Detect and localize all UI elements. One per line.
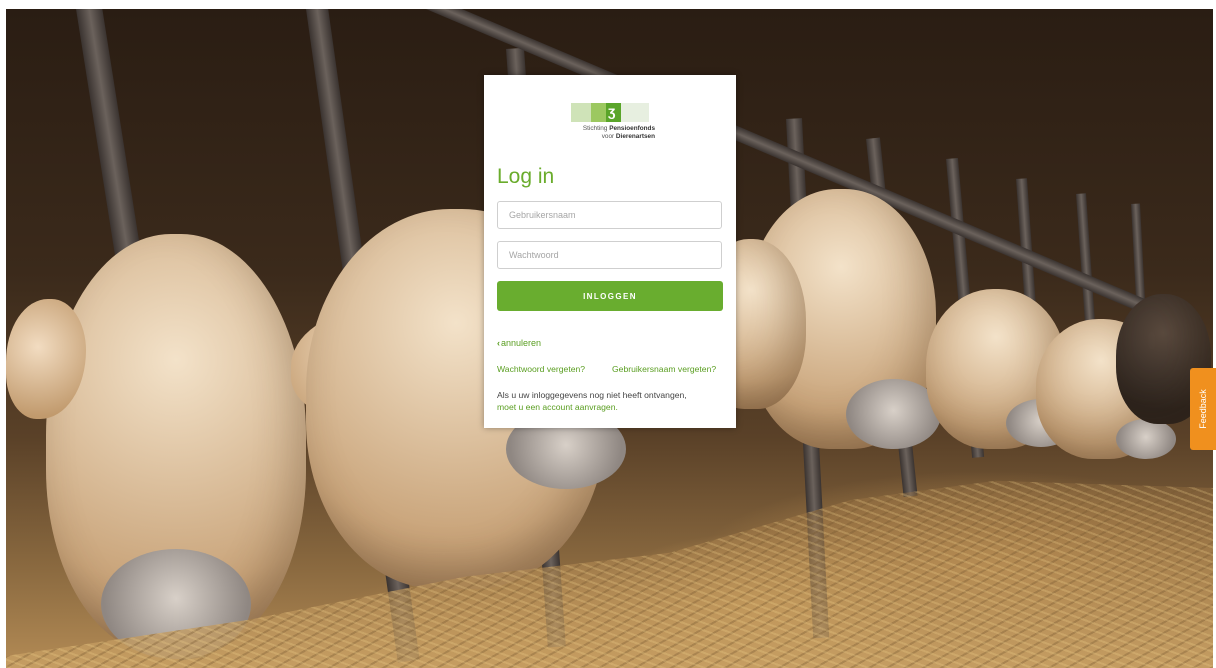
account-info-text: Als u uw inloggegevens nog niet heeft on… (497, 390, 687, 400)
cow-muzzle (1116, 419, 1176, 459)
page-title: Log in (497, 165, 555, 188)
logo: ʒ Stichting Pensioenfonds voor Dierenart… (571, 103, 655, 151)
logo-glyph: ʒ (608, 103, 616, 119)
feedback-tab[interactable]: Feedback (1190, 368, 1216, 450)
logo-line1-bold: Pensioenfonds (609, 125, 655, 132)
request-account-link[interactable]: moet u een account aanvragen. (497, 401, 618, 413)
logo-block (621, 103, 649, 122)
cancel-label: annuleren (501, 338, 542, 348)
chevron-left-icon: ‹ (497, 338, 500, 348)
logo-line2-bold: Dierenartsen (615, 133, 655, 140)
cancel-link[interactable]: ‹annuleren (497, 337, 541, 349)
login-button[interactable]: INLOGGEN (497, 281, 723, 311)
logo-block (591, 103, 606, 122)
forgot-username-link[interactable]: Gebruikersnaam vergeten? (612, 363, 716, 375)
password-input[interactable] (497, 241, 722, 269)
logo-line1-prefix: Stichting (582, 125, 608, 132)
logo-text: Stichting Pensioenfonds voor Dierenartse… (565, 125, 655, 141)
logo-line2-prefix: voor (601, 133, 615, 140)
logo-mark: ʒ (571, 103, 649, 122)
logo-block (571, 103, 591, 122)
login-card: ʒ Stichting Pensioenfonds voor Dierenart… (484, 75, 736, 428)
forgot-password-link[interactable]: Wachtwoord vergeten? (497, 363, 585, 375)
feedback-label: Feedback (1198, 389, 1208, 429)
username-input[interactable] (497, 201, 722, 229)
